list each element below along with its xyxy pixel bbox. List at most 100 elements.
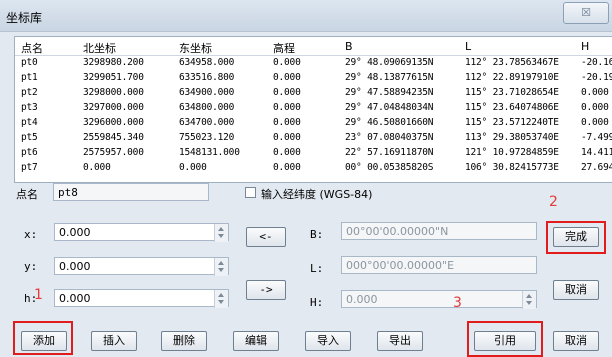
- cell-name: pt2: [21, 87, 38, 98]
- table-row[interactable]: pt0 3298980.200 634958.000 0.000 29° 48.0906…: [15, 57, 612, 71]
- hgt-label: H:: [310, 296, 324, 309]
- table-row[interactable]: pt2 3298000.000 634900.000 0.000 29° 47.5889…: [15, 87, 612, 101]
- import-button[interactable]: 导入: [305, 331, 351, 351]
- column-header-name[interactable]: 点名: [21, 40, 43, 56]
- cell-name: pt4: [21, 117, 38, 128]
- cell-east: 0.000: [179, 162, 207, 173]
- point-name-input[interactable]: pt8: [53, 183, 209, 201]
- convert-to-xy-button[interactable]: <-: [246, 227, 286, 247]
- cancel-bottom-label: 取消: [565, 334, 587, 347]
- cell-east: 755023.120: [179, 132, 235, 143]
- cell-h: 0.000: [581, 117, 609, 128]
- cell-l: 112° 22.89197910E: [465, 72, 559, 83]
- cell-l: 112° 23.78563467E: [465, 57, 559, 68]
- cell-east: 633516.800: [179, 72, 235, 83]
- l-label: L:: [310, 262, 324, 275]
- cell-north: 3298000.000: [83, 87, 144, 98]
- import-button-label: 导入: [317, 334, 339, 347]
- cell-north: 3296000.000: [83, 117, 144, 128]
- export-button[interactable]: 导出: [377, 331, 423, 351]
- cell-name: pt3: [21, 102, 38, 113]
- annotation-number-1: 1: [34, 287, 43, 303]
- x-spinner[interactable]: [214, 224, 228, 242]
- insert-button-label: 插入: [103, 334, 125, 347]
- cell-elevation: 0.000: [273, 57, 301, 68]
- cell-h: 14.411: [581, 147, 612, 158]
- hgt-spinner[interactable]: [522, 291, 536, 309]
- cell-name: pt6: [21, 147, 38, 158]
- cell-l: 113° 29.38053740E: [465, 132, 559, 143]
- insert-button[interactable]: 插入: [91, 331, 137, 351]
- y-spinner[interactable]: [214, 258, 228, 276]
- cell-name: pt7: [21, 162, 38, 173]
- table-row[interactable]: pt1 3299051.700 633516.800 0.000 29° 48.1387…: [15, 72, 612, 86]
- l-input[interactable]: 000°00'00.00000"E: [341, 256, 537, 274]
- table-row[interactable]: pt4 3296000.000 634700.000 0.000 29° 46.5080…: [15, 117, 612, 131]
- y-value: 0.000: [59, 260, 91, 273]
- cell-name: pt0: [21, 57, 38, 68]
- cancel-button-right[interactable]: 取消: [553, 280, 599, 300]
- cell-b: 29° 47.04848034N: [345, 102, 434, 113]
- annotation-number-2: 2: [549, 194, 558, 210]
- coordinate-table[interactable]: 点名 北坐标 东坐标 高程 B L H pt0 3298980.200 634958…: [14, 36, 612, 183]
- cell-elevation: 0.000: [273, 102, 301, 113]
- cell-h: 0.000: [581, 87, 609, 98]
- column-header-east[interactable]: 东坐标: [179, 40, 212, 56]
- export-button-label: 导出: [389, 334, 411, 347]
- cell-l: 121° 10.97284859E: [465, 147, 559, 158]
- hgt-value: 0.000: [346, 293, 378, 306]
- edit-button-label: 编辑: [245, 334, 267, 347]
- cell-north: 3297000.000: [83, 102, 144, 113]
- y-input[interactable]: 0.000: [54, 257, 229, 276]
- cell-east: 634800.000: [179, 102, 235, 113]
- cell-elevation: 0.000: [273, 87, 301, 98]
- b-input[interactable]: 00°00'00.00000"N: [341, 222, 537, 240]
- table-row[interactable]: pt3 3297000.000 634800.000 0.000 29° 47.0484…: [15, 102, 612, 116]
- cell-east: 634900.000: [179, 87, 235, 98]
- left-arrow-icon: <-: [259, 230, 273, 243]
- table-row[interactable]: pt6 2575957.000 1548131.000 0.000 22° 57.169…: [15, 147, 612, 161]
- delete-button[interactable]: 删除: [161, 331, 207, 351]
- close-button[interactable]: ☒: [563, 2, 609, 24]
- h-spinner[interactable]: [214, 290, 228, 308]
- column-header-elevation[interactable]: 高程: [273, 40, 295, 56]
- cell-h: 27.694: [581, 162, 612, 173]
- cell-b: 23° 07.08040375N: [345, 132, 434, 143]
- cell-elevation: 0.000: [273, 117, 301, 128]
- hgt-input[interactable]: 0.000: [341, 290, 537, 309]
- cell-north: 3299051.700: [83, 72, 144, 83]
- cell-east: 634958.000: [179, 57, 235, 68]
- cell-b: 29° 47.58894235N: [345, 87, 434, 98]
- table-header: 点名 北坐标 东坐标 高程 B L H: [15, 37, 612, 56]
- h-value: 0.000: [59, 292, 91, 305]
- cell-east: 1548131.000: [179, 147, 240, 158]
- window-title: 坐标库: [6, 11, 43, 25]
- column-header-north[interactable]: 北坐标: [83, 40, 116, 56]
- x-value: 0.000: [59, 226, 91, 239]
- table-row[interactable]: pt7 0.000 0.000 0.000 00° 00.05385820S 106° 3…: [15, 162, 612, 176]
- wgs84-checkbox[interactable]: [245, 187, 256, 198]
- cell-l: 106° 30.82415773E: [465, 162, 559, 173]
- cell-h: -20.19: [581, 72, 612, 83]
- column-header-b[interactable]: B: [345, 40, 353, 53]
- table-row[interactable]: pt5 2559845.340 755023.120 0.000 23° 07.0804…: [15, 132, 612, 146]
- cell-north: 2559845.340: [83, 132, 144, 143]
- highlight-box-3: [467, 321, 543, 357]
- cell-name: pt5: [21, 132, 38, 143]
- x-input[interactable]: 0.000: [54, 223, 229, 242]
- cell-north: 2575957.000: [83, 147, 144, 158]
- cell-elevation: 0.000: [273, 72, 301, 83]
- convert-to-blh-button[interactable]: ->: [246, 280, 286, 300]
- edit-button[interactable]: 编辑: [233, 331, 279, 351]
- right-arrow-icon: ->: [259, 283, 273, 296]
- cell-b: 29° 46.50801660N: [345, 117, 434, 128]
- cell-elevation: 0.000: [273, 162, 301, 173]
- h-input[interactable]: 0.000: [54, 289, 229, 308]
- cancel-button-bottom[interactable]: 取消: [553, 331, 599, 351]
- column-header-h[interactable]: H: [581, 40, 589, 53]
- cell-b: 00° 00.05385820S: [345, 162, 434, 173]
- cell-north: 3298980.200: [83, 57, 144, 68]
- cell-name: pt1: [21, 72, 38, 83]
- column-header-l[interactable]: L: [465, 40, 471, 53]
- highlight-box-1: [13, 321, 73, 355]
